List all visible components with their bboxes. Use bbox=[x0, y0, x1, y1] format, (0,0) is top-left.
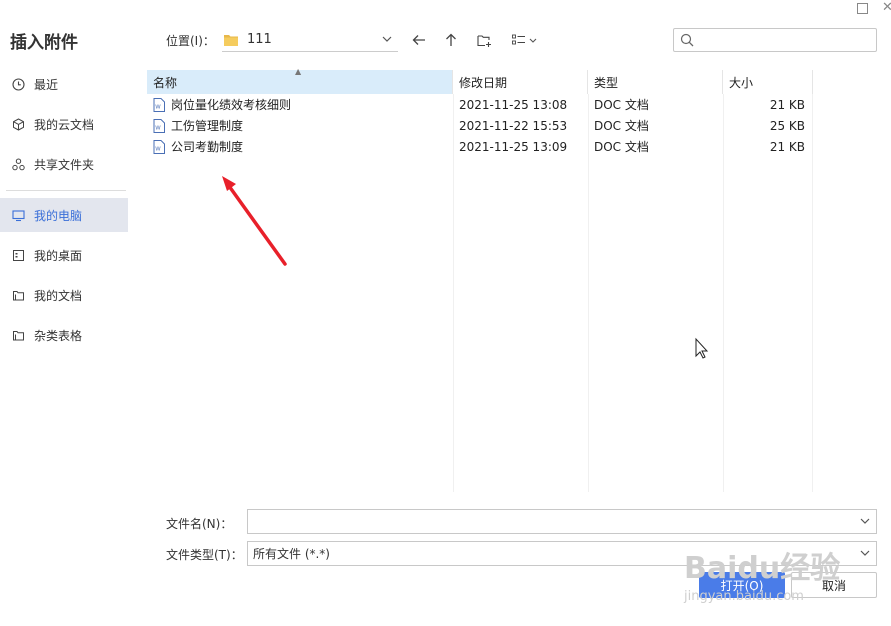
file-row[interactable]: W 岗位量化绩效考核细则 2021-11-25 13:08 DOC 文档 21 … bbox=[147, 94, 891, 115]
file-date: 2021-11-22 15:53 bbox=[459, 118, 568, 133]
list-view-icon bbox=[511, 34, 525, 45]
file-date: 2021-11-25 13:08 bbox=[459, 97, 568, 112]
share-icon bbox=[11, 157, 25, 171]
column-header-type[interactable]: 类型 bbox=[588, 70, 723, 94]
sidebar-item-label: 最近 bbox=[34, 77, 59, 92]
cube-icon bbox=[11, 117, 25, 131]
location-label: 位置(I)： bbox=[166, 34, 215, 48]
file-row[interactable]: W 公司考勤制度 2021-11-25 13:09 DOC 文档 21 KB bbox=[147, 136, 891, 157]
file-size: 25 KB bbox=[769, 118, 805, 133]
up-button[interactable] bbox=[441, 30, 461, 50]
file-name: 公司考勤制度 bbox=[171, 140, 244, 154]
location-value: 111 bbox=[247, 32, 272, 47]
sidebar-item-label: 共享文件夹 bbox=[34, 157, 95, 172]
chevron-down-icon bbox=[529, 38, 536, 43]
file-size: 21 KB bbox=[769, 97, 805, 112]
back-button[interactable] bbox=[409, 30, 429, 50]
file-size: 21 KB bbox=[769, 139, 805, 154]
file-name-cell: W 工伤管理制度 bbox=[153, 115, 243, 136]
column-header-label: 大小 bbox=[729, 75, 754, 90]
column-header-size[interactable]: 大小 bbox=[723, 70, 813, 94]
sidebar-item-label: 杂类表格 bbox=[34, 328, 83, 343]
doc-file-icon: W bbox=[153, 97, 165, 112]
column-header-label: 名称 bbox=[153, 75, 178, 90]
search-input[interactable] bbox=[698, 30, 876, 50]
file-type: DOC 文档 bbox=[594, 140, 649, 154]
sidebar-item-label: 我的文档 bbox=[34, 288, 83, 303]
chevron-down-icon[interactable] bbox=[860, 516, 876, 527]
folder-icon bbox=[224, 34, 238, 46]
folder-icon bbox=[11, 288, 25, 302]
maximize-icon[interactable] bbox=[857, 3, 868, 14]
file-name: 工伤管理制度 bbox=[171, 119, 244, 133]
folder-icon bbox=[11, 328, 25, 342]
doc-file-icon: W bbox=[153, 139, 165, 154]
file-name-cell: W 公司考勤制度 bbox=[153, 136, 243, 157]
sidebar-item-misc-tables[interactable]: 杂类表格 bbox=[0, 318, 128, 352]
doc-file-icon: W bbox=[153, 118, 165, 133]
sidebar-item-my-computer[interactable]: 我的电脑 bbox=[0, 198, 128, 232]
sidebar-item-my-documents[interactable]: 我的文档 bbox=[0, 278, 128, 312]
sidebar-item-shared-folder[interactable]: 共享文件夹 bbox=[0, 147, 128, 181]
watermark-logo: Baidu经验 jingyan.baidu.com bbox=[683, 551, 840, 604]
sidebar-item-label: 我的桌面 bbox=[34, 248, 83, 263]
chevron-down-icon[interactable] bbox=[382, 34, 396, 45]
file-name: 岗位量化绩效考核细则 bbox=[171, 98, 292, 112]
sidebar-item-desktop[interactable]: 我的桌面 bbox=[0, 238, 128, 272]
list-header: ▲ 名称 修改日期 类型 大小 bbox=[147, 67, 891, 94]
file-name-cell: W 岗位量化绩效考核细则 bbox=[153, 94, 291, 115]
sidebar-item-cloud-docs[interactable]: 我的云文档 bbox=[0, 107, 128, 141]
dialog-title: 插入附件 bbox=[10, 33, 78, 53]
file-row[interactable]: W 工伤管理制度 2021-11-22 15:53 DOC 文档 25 KB bbox=[147, 115, 891, 136]
monitor-icon bbox=[11, 208, 25, 222]
watermark-subtext: jingyan.baidu.com bbox=[683, 589, 804, 604]
column-header-label: 类型 bbox=[594, 75, 619, 90]
file-list: ▲ 名称 修改日期 类型 大小 W 岗位量化绩效考核细则 2021-11-25 … bbox=[147, 67, 891, 492]
sidebar: 插入附件 最近 我的云文档 共享文件夹 我的电脑 我的桌面 我的文档 杂类表格 bbox=[0, 0, 146, 626]
clock-icon bbox=[11, 77, 25, 91]
sort-ascending-icon: ▲ bbox=[295, 67, 302, 76]
close-icon[interactable]: ✕ bbox=[882, 0, 891, 15]
location-dropdown[interactable]: 111 bbox=[222, 28, 398, 52]
desktop-icon bbox=[11, 248, 25, 262]
file-date: 2021-11-25 13:09 bbox=[459, 139, 568, 154]
svg-text:W: W bbox=[155, 146, 161, 152]
filetype-label: 文件类型(T)： bbox=[166, 548, 243, 562]
arrow-left-icon bbox=[412, 35, 425, 45]
column-header-label: 修改日期 bbox=[459, 75, 508, 90]
arrow-up-icon bbox=[446, 33, 456, 46]
file-type: DOC 文档 bbox=[594, 119, 649, 133]
svg-text:W: W bbox=[155, 104, 161, 110]
new-folder-icon bbox=[476, 34, 491, 47]
view-mode-button[interactable] bbox=[508, 30, 540, 50]
sidebar-item-label: 我的电脑 bbox=[34, 208, 83, 223]
sidebar-item-recent[interactable]: 最近 bbox=[0, 67, 128, 101]
sidebar-divider bbox=[6, 190, 126, 191]
search-icon bbox=[680, 33, 694, 47]
svg-text:W: W bbox=[155, 125, 161, 131]
watermark-text: Baidu经验 bbox=[684, 551, 840, 586]
search-box[interactable] bbox=[673, 28, 877, 52]
file-type: DOC 文档 bbox=[594, 98, 649, 112]
filename-label: 文件名(N)： bbox=[166, 517, 233, 531]
sidebar-item-label: 我的云文档 bbox=[34, 117, 95, 132]
new-folder-button[interactable] bbox=[474, 30, 494, 50]
column-header-date[interactable]: 修改日期 bbox=[453, 70, 588, 94]
column-header-name[interactable]: ▲ 名称 bbox=[147, 67, 453, 94]
